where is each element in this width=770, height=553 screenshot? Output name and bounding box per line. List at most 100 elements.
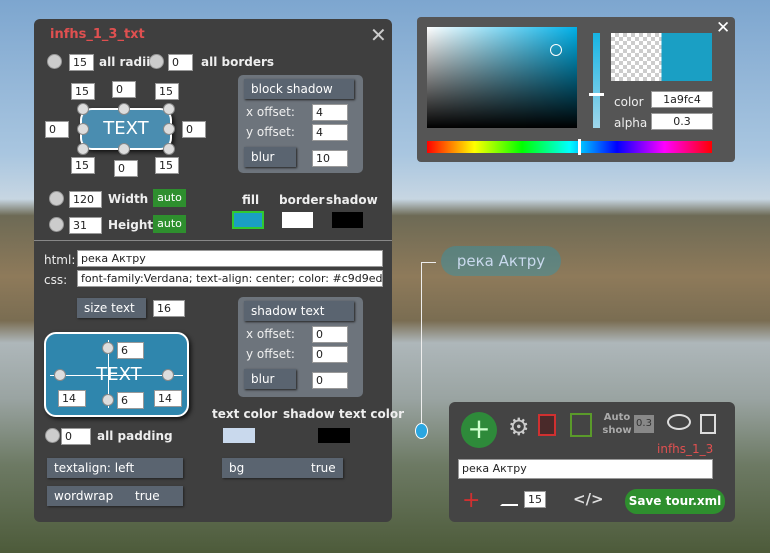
visibility-eye-icon[interactable] xyxy=(667,414,691,430)
border-bottom-input[interactable]: 0 xyxy=(114,160,138,177)
css-input[interactable]: font-family:Verdana; text-align: center;… xyxy=(77,270,383,287)
borders-input[interactable]: 0 xyxy=(168,54,193,71)
delete-trash-icon[interactable] xyxy=(700,414,716,434)
padding-bottom-input[interactable]: 6 xyxy=(117,392,144,409)
textalign-button[interactable]: textalign: left xyxy=(47,458,183,478)
html-input[interactable]: река Актру xyxy=(77,250,383,267)
radii-slider-handle[interactable] xyxy=(47,54,62,69)
angle-input[interactable]: 15 xyxy=(524,491,546,508)
shadow-text-blur-button[interactable]: blur xyxy=(244,369,296,389)
html-label: html: xyxy=(44,253,76,267)
height-auto-button[interactable]: auto xyxy=(153,215,186,233)
padding-left-input[interactable]: 14 xyxy=(58,390,86,407)
alpha-slider-handle[interactable] xyxy=(589,93,604,96)
width-input[interactable]: 120 xyxy=(69,191,102,208)
grid-move-icon[interactable] xyxy=(570,413,592,437)
alpha-label: alpha xyxy=(614,116,648,130)
corner-tl-input[interactable]: 15 xyxy=(71,83,95,100)
border-swatch[interactable] xyxy=(282,212,313,228)
saturation-cursor[interactable] xyxy=(550,44,562,56)
saturation-value-area[interactable] xyxy=(427,27,577,128)
code-icon[interactable]: </> xyxy=(573,490,604,508)
height-input[interactable]: 31 xyxy=(69,217,102,234)
text-color-swatch[interactable] xyxy=(223,428,255,443)
padding-right-input[interactable]: 14 xyxy=(154,390,182,407)
padding-top-input[interactable]: 6 xyxy=(117,342,144,359)
block-shadow-blur-input[interactable]: 10 xyxy=(312,150,348,167)
shadow-text-x-input[interactable]: 0 xyxy=(312,326,348,343)
text-color-label: text color xyxy=(212,407,278,421)
shadow-text-y-input[interactable]: 0 xyxy=(312,346,348,363)
padding-handle-top[interactable] xyxy=(102,342,114,354)
shadow-swatch[interactable] xyxy=(332,212,363,228)
radius-handle-tl[interactable] xyxy=(77,103,89,115)
add-hotspot-icon[interactable]: + xyxy=(461,412,497,448)
corner-bl-input[interactable]: 15 xyxy=(71,157,95,174)
document-icon[interactable] xyxy=(538,414,556,436)
size-text-button[interactable]: size text xyxy=(77,298,146,318)
alpha-slider[interactable] xyxy=(593,33,600,128)
padding-slider-handle[interactable] xyxy=(45,428,60,443)
hotspot-pin-icon[interactable] xyxy=(415,423,428,439)
radius-handle-top[interactable] xyxy=(118,103,130,115)
corner-tr-input[interactable]: 15 xyxy=(155,83,179,100)
wordwrap-button[interactable]: wordwrap true xyxy=(47,486,183,506)
block-shadow-y-input[interactable]: 4 xyxy=(312,124,348,141)
block-shadow-y-label: y offset: xyxy=(246,125,295,139)
border-left-input[interactable]: 0 xyxy=(45,121,69,138)
hue-slider-handle[interactable] xyxy=(578,139,581,155)
height-slider-handle[interactable] xyxy=(49,217,64,232)
hotspot-text-input[interactable]: река Актру xyxy=(458,459,713,479)
radius-handle-bottom[interactable] xyxy=(118,143,130,155)
angle-icon[interactable] xyxy=(500,494,518,506)
close-icon[interactable]: ✕ xyxy=(370,23,387,47)
css-label: css: xyxy=(44,273,68,287)
shadow-text-color-swatch[interactable] xyxy=(318,428,350,443)
text-editor-panel: infhs_1_3_txt ✕ 15 all radii 0 all borde… xyxy=(34,19,404,522)
shadow-text-button[interactable]: shadow text xyxy=(244,301,354,321)
fill-swatch[interactable] xyxy=(232,211,264,229)
radius-handle-bl[interactable] xyxy=(77,143,89,155)
auto-show-value[interactable]: 0.3 xyxy=(634,415,654,433)
block-shadow-blur-button[interactable]: blur xyxy=(244,147,296,167)
radius-handle-right[interactable] xyxy=(163,123,175,135)
shadow-text-y-label: y offset: xyxy=(246,347,295,361)
hue-slider[interactable] xyxy=(427,141,712,153)
hotspot-label[interactable]: река Актру xyxy=(441,246,561,276)
alpha-input[interactable]: 0.3 xyxy=(651,113,713,130)
bg-button-label: bg xyxy=(229,461,245,475)
save-tour-button[interactable]: Save tour.xml xyxy=(625,489,725,514)
width-slider-handle[interactable] xyxy=(49,191,64,206)
block-shadow-x-input[interactable]: 4 xyxy=(312,104,348,121)
width-auto-button[interactable]: auto xyxy=(153,189,186,207)
height-label: Height xyxy=(108,218,154,232)
border-top-input[interactable]: 0 xyxy=(112,81,136,98)
settings-gear-icon[interactable]: ⚙ xyxy=(508,413,530,441)
radius-handle-tr[interactable] xyxy=(163,103,175,115)
radii-label: all radii xyxy=(99,55,151,69)
shadow-text-x-label: x offset: xyxy=(246,327,295,341)
radius-handle-left[interactable] xyxy=(77,123,89,135)
crosshair-icon[interactable]: + xyxy=(462,488,480,513)
padding-handle-left[interactable] xyxy=(54,369,66,381)
radii-input[interactable]: 15 xyxy=(69,54,94,71)
divider xyxy=(34,240,392,241)
radius-handle-br[interactable] xyxy=(163,143,175,155)
bg-button[interactable]: bg true xyxy=(222,458,343,478)
fill-label: fill xyxy=(242,193,260,207)
size-text-input[interactable]: 16 xyxy=(153,300,185,317)
wordwrap-button-label: wordwrap xyxy=(54,489,114,503)
block-shadow-button[interactable]: block shadow xyxy=(244,79,354,99)
close-picker-icon[interactable]: ✕ xyxy=(716,18,730,38)
borders-slider-handle[interactable] xyxy=(149,54,164,69)
border-right-input[interactable]: 0 xyxy=(182,121,206,138)
color-hex-input[interactable]: 1a9fc4 xyxy=(651,91,713,108)
padding-handle-right[interactable] xyxy=(162,369,174,381)
corner-br-input[interactable]: 15 xyxy=(155,157,179,174)
padding-handle-bottom[interactable] xyxy=(102,394,114,406)
color-preview xyxy=(611,33,712,81)
border-color-label: border xyxy=(279,193,325,207)
padding-input[interactable]: 0 xyxy=(61,428,91,445)
hotspot-name-label: infhs_1_3 xyxy=(657,442,714,456)
shadow-text-blur-input[interactable]: 0 xyxy=(312,372,348,389)
